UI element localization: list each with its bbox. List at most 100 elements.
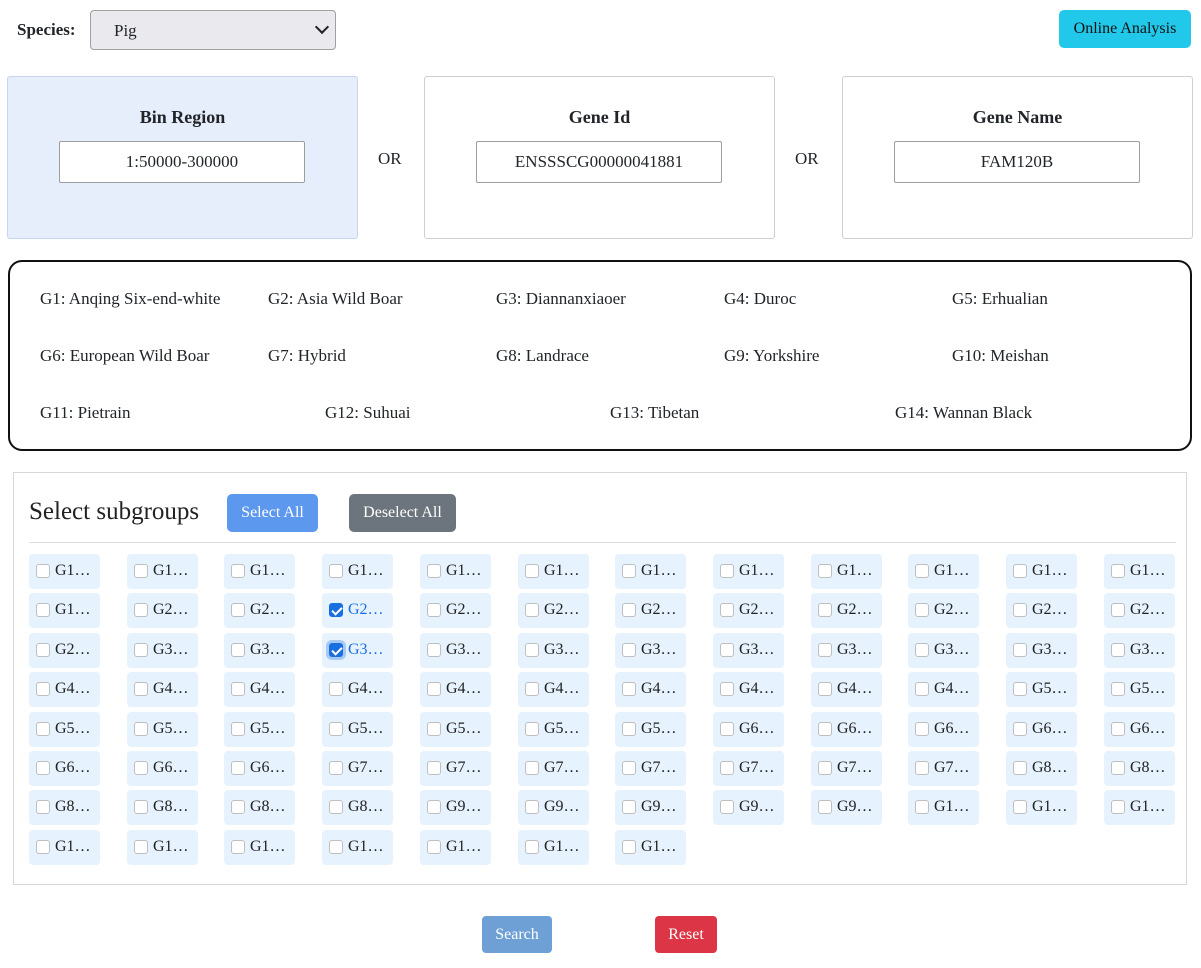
subgroup-checkbox-item[interactable]: G3…: [1104, 633, 1175, 668]
reset-button[interactable]: Reset: [655, 916, 717, 953]
subgroup-checkbox-item[interactable]: G4…: [713, 672, 784, 707]
subgroup-checkbox-item[interactable]: G2…: [224, 593, 295, 628]
subgroup-checkbox[interactable]: [134, 603, 148, 617]
subgroup-checkbox-item[interactable]: G7…: [420, 751, 491, 786]
subgroup-checkbox-item[interactable]: G6…: [1006, 712, 1077, 747]
subgroup-checkbox[interactable]: [525, 840, 539, 854]
subgroup-checkbox[interactable]: [1013, 800, 1027, 814]
subgroup-checkbox[interactable]: [231, 761, 245, 775]
subgroup-checkbox[interactable]: [134, 761, 148, 775]
subgroup-checkbox-item[interactable]: G3…: [1006, 633, 1077, 668]
subgroup-checkbox-item[interactable]: G1…: [224, 830, 295, 865]
subgroup-checkbox-item[interactable]: G2…: [518, 593, 589, 628]
subgroup-checkbox-item[interactable]: G2…: [811, 593, 882, 628]
subgroup-checkbox[interactable]: [720, 800, 734, 814]
subgroup-checkbox-item[interactable]: G2…: [908, 593, 979, 628]
subgroup-checkbox-item[interactable]: G9…: [615, 790, 686, 825]
subgroup-checkbox-item[interactable]: G8…: [29, 790, 100, 825]
subgroup-checkbox[interactable]: [231, 840, 245, 854]
subgroup-checkbox[interactable]: [134, 643, 148, 657]
subgroup-checkbox-item[interactable]: G7…: [713, 751, 784, 786]
subgroup-checkbox[interactable]: [622, 722, 636, 736]
online-analysis-button[interactable]: Online Analysis: [1059, 10, 1191, 48]
subgroup-checkbox-item[interactable]: G1…: [908, 554, 979, 589]
subgroup-checkbox-item[interactable]: G1…: [1006, 790, 1077, 825]
subgroup-checkbox-item[interactable]: G8…: [224, 790, 295, 825]
subgroup-checkbox[interactable]: [818, 603, 832, 617]
subgroup-checkbox-item[interactable]: G2…: [713, 593, 784, 628]
subgroup-checkbox[interactable]: [134, 840, 148, 854]
subgroup-checkbox[interactable]: [818, 564, 832, 578]
subgroup-checkbox-item[interactable]: G8…: [1104, 751, 1175, 786]
subgroup-checkbox[interactable]: [915, 564, 929, 578]
subgroup-checkbox[interactable]: [427, 722, 441, 736]
subgroup-checkbox-item[interactable]: G3…: [127, 633, 198, 668]
subgroup-checkbox[interactable]: [231, 800, 245, 814]
subgroup-checkbox-item[interactable]: G5…: [1104, 672, 1175, 707]
subgroup-checkbox-item[interactable]: G4…: [322, 672, 393, 707]
subgroup-checkbox-item[interactable]: G1…: [518, 830, 589, 865]
subgroup-checkbox[interactable]: [231, 603, 245, 617]
subgroup-checkbox-item[interactable]: G7…: [811, 751, 882, 786]
subgroup-checkbox-item[interactable]: G6…: [713, 712, 784, 747]
subgroup-checkbox-item[interactable]: G2…: [1006, 593, 1077, 628]
subgroup-checkbox[interactable]: [329, 722, 343, 736]
subgroup-checkbox-item[interactable]: G1…: [518, 554, 589, 589]
subgroup-checkbox[interactable]: [622, 682, 636, 696]
subgroup-checkbox[interactable]: [915, 682, 929, 696]
subgroup-checkbox-item[interactable]: G1…: [224, 554, 295, 589]
subgroup-checkbox-item[interactable]: G1…: [29, 593, 100, 628]
subgroup-checkbox-item[interactable]: G5…: [322, 712, 393, 747]
subgroup-checkbox[interactable]: [231, 682, 245, 696]
subgroup-checkbox[interactable]: [720, 564, 734, 578]
subgroup-checkbox-item[interactable]: G7…: [518, 751, 589, 786]
subgroup-checkbox-item[interactable]: G1…: [615, 554, 686, 589]
subgroup-checkbox-item[interactable]: G1…: [615, 830, 686, 865]
subgroup-checkbox[interactable]: [622, 643, 636, 657]
subgroup-checkbox[interactable]: [134, 564, 148, 578]
subgroup-checkbox[interactable]: [720, 643, 734, 657]
subgroup-checkbox[interactable]: [622, 564, 636, 578]
subgroup-checkbox[interactable]: [1111, 603, 1125, 617]
subgroup-checkbox[interactable]: [36, 800, 50, 814]
subgroup-checkbox[interactable]: [1111, 761, 1125, 775]
subgroup-checkbox[interactable]: [915, 722, 929, 736]
subgroup-checkbox[interactable]: [36, 761, 50, 775]
subgroup-checkbox-item[interactable]: G1…: [1006, 554, 1077, 589]
subgroup-checkbox-item[interactable]: G9…: [811, 790, 882, 825]
subgroup-checkbox[interactable]: [134, 800, 148, 814]
subgroup-checkbox[interactable]: [36, 564, 50, 578]
subgroup-checkbox[interactable]: [329, 840, 343, 854]
subgroup-checkbox[interactable]: [1111, 800, 1125, 814]
deselect-all-button[interactable]: Deselect All: [349, 494, 456, 532]
subgroup-checkbox-item[interactable]: G7…: [322, 751, 393, 786]
subgroup-checkbox[interactable]: [36, 840, 50, 854]
subgroup-checkbox-item[interactable]: G1…: [322, 830, 393, 865]
subgroup-checkbox[interactable]: [427, 564, 441, 578]
subgroup-checkbox-item[interactable]: G4…: [127, 672, 198, 707]
subgroup-checkbox-item[interactable]: G1…: [29, 830, 100, 865]
subgroup-checkbox[interactable]: [525, 722, 539, 736]
subgroup-checkbox-item[interactable]: G9…: [518, 790, 589, 825]
subgroup-checkbox-item[interactable]: G5…: [224, 712, 295, 747]
subgroup-checkbox[interactable]: [36, 682, 50, 696]
gene-name-input[interactable]: FAM120B: [894, 141, 1140, 183]
subgroup-checkbox[interactable]: [720, 761, 734, 775]
subgroup-checkbox-item[interactable]: G1…: [420, 554, 491, 589]
subgroup-checkbox[interactable]: [818, 800, 832, 814]
subgroup-checkbox-item[interactable]: G5…: [518, 712, 589, 747]
subgroup-checkbox-item[interactable]: G2…: [322, 593, 393, 628]
subgroup-checkbox-item[interactable]: G3…: [518, 633, 589, 668]
subgroup-checkbox[interactable]: [1013, 682, 1027, 696]
subgroup-checkbox[interactable]: [427, 800, 441, 814]
subgroup-checkbox-item[interactable]: G1…: [322, 554, 393, 589]
subgroup-checkbox[interactable]: [818, 761, 832, 775]
subgroup-checkbox[interactable]: [36, 643, 50, 657]
subgroup-checkbox[interactable]: [720, 722, 734, 736]
subgroup-checkbox-item[interactable]: G4…: [224, 672, 295, 707]
subgroup-checkbox-item[interactable]: G1…: [29, 554, 100, 589]
subgroup-checkbox[interactable]: [134, 722, 148, 736]
subgroup-checkbox-item[interactable]: G3…: [713, 633, 784, 668]
subgroup-checkbox-item[interactable]: G1…: [1104, 790, 1175, 825]
subgroup-checkbox[interactable]: [622, 761, 636, 775]
